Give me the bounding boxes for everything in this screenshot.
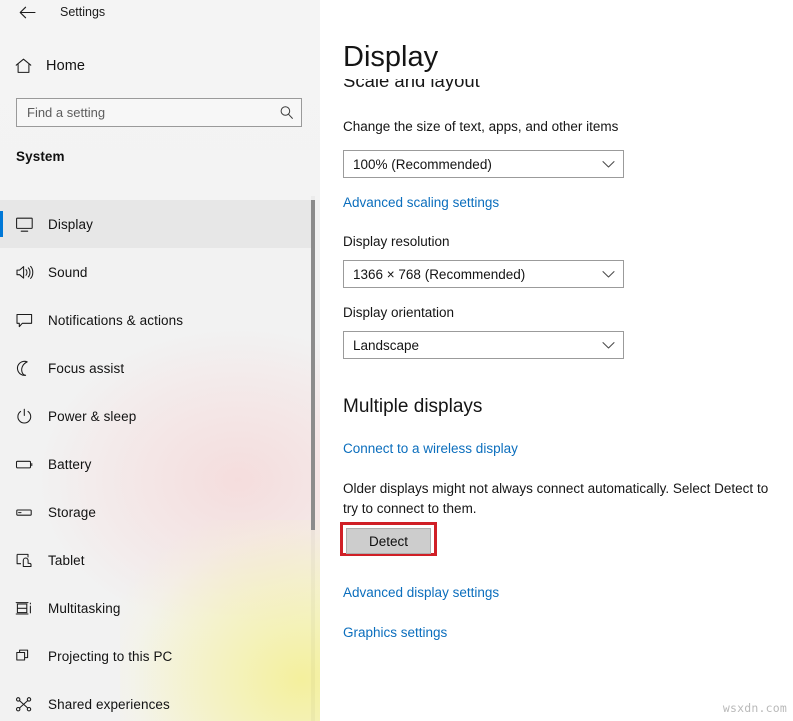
sidebar-item-multitasking-label: Multitasking: [48, 600, 121, 616]
sidebar-item-multitasking[interactable]: Multitasking: [0, 584, 312, 632]
sidebar-item-notifications-actions[interactable]: Notifications & actions: [0, 296, 312, 344]
sidebar-item-tablet[interactable]: Tablet: [0, 536, 312, 584]
chevron-down-icon: [593, 341, 623, 350]
back-arrow-icon[interactable]: [12, 0, 42, 24]
multitasking-icon: [0, 600, 48, 617]
multiple-displays-description: Older displays might not always connect …: [343, 481, 769, 516]
speaker-icon: [0, 264, 48, 281]
sidebar-item-tablet-label: Tablet: [48, 552, 85, 568]
share-nodes-icon: [0, 696, 48, 713]
display-settings-pane: Display Scale and layout Change the size…: [320, 0, 793, 721]
sidebar-item-storage-label: Storage: [48, 504, 96, 520]
resolution-field-label: Display resolution: [343, 234, 450, 249]
sidebar-scrollbar-thumb[interactable]: [311, 200, 315, 530]
resolution-dropdown-value: 1366 × 768 (Recommended): [353, 266, 526, 282]
scale-and-layout-heading: Scale and layout: [343, 79, 480, 91]
graphics-settings-link[interactable]: Graphics settings: [343, 625, 447, 640]
scale-field-label: Change the size of text, apps, and other…: [343, 119, 619, 134]
sidebar-item-display-label: Display: [48, 216, 93, 232]
moon-icon: [0, 360, 48, 377]
sidebar-item-display[interactable]: Display: [0, 200, 312, 248]
resolution-dropdown[interactable]: 1366 × 768 (Recommended): [343, 260, 624, 288]
sidebar-item-home-label: Home: [46, 58, 86, 74]
detect-button[interactable]: Detect: [346, 528, 431, 554]
sidebar-item-shared-experiences-label: Shared experiences: [48, 696, 170, 712]
scale-dropdown-value: 100% (Recommended): [353, 156, 492, 172]
sidebar-section-title: System: [16, 149, 65, 164]
power-icon: [0, 408, 48, 425]
sidebar-item-sound-label: Sound: [48, 264, 88, 280]
search-input[interactable]: Find a setting: [16, 98, 302, 127]
page-title: Display: [343, 41, 439, 74]
app-title: Settings: [60, 5, 106, 19]
sidebar-item-power-sleep-label: Power & sleep: [48, 408, 137, 424]
chat-bubble-icon: [0, 312, 48, 329]
home-icon: [0, 58, 46, 74]
settings-window: Settings Home Find a setting System Disp…: [0, 0, 793, 721]
advanced-display-settings-link[interactable]: Advanced display settings: [343, 585, 499, 600]
chevron-down-icon: [593, 160, 623, 169]
projecting-icon: [0, 648, 48, 665]
sidebar-item-notifications-actions-label: Notifications & actions: [48, 312, 184, 328]
orientation-dropdown[interactable]: Landscape: [343, 331, 624, 359]
tablet-touch-icon: [0, 552, 48, 569]
chevron-down-icon: [593, 270, 623, 279]
watermark: wsxdn.com: [722, 701, 787, 715]
drive-icon: [0, 504, 48, 521]
window-titlebar: Settings: [0, 0, 320, 24]
monitor-icon: [0, 216, 48, 233]
sidebar-item-projecting-to-this-pc-label: Projecting to this PC: [48, 648, 173, 664]
multiple-displays-heading: Multiple displays: [343, 396, 483, 417]
orientation-field-label: Display orientation: [343, 305, 455, 320]
search-icon[interactable]: [271, 105, 301, 120]
battery-icon: [0, 456, 48, 473]
sidebar-item-home[interactable]: Home: [0, 52, 300, 80]
sidebar-item-battery[interactable]: Battery: [0, 440, 312, 488]
advanced-scaling-settings-link[interactable]: Advanced scaling settings: [343, 195, 499, 210]
sidebar-item-projecting-to-this-pc[interactable]: Projecting to this PC: [0, 632, 312, 680]
detect-button-highlight: Detect: [340, 522, 437, 556]
sidebar-item-storage[interactable]: Storage: [0, 488, 312, 536]
settings-sidebar: Settings Home Find a setting System Disp…: [0, 0, 320, 721]
connect-wireless-display-link[interactable]: Connect to a wireless display: [343, 441, 518, 456]
selection-indicator: [0, 211, 3, 237]
sidebar-item-power-sleep[interactable]: Power & sleep: [0, 392, 312, 440]
orientation-dropdown-value: Landscape: [353, 337, 420, 353]
search-input-placeholder: Find a setting: [27, 105, 106, 120]
sidebar-item-shared-experiences[interactable]: Shared experiences: [0, 680, 312, 721]
scale-and-layout-heading-clipped: Scale and layout: [343, 79, 673, 99]
sidebar-item-focus-assist-label: Focus assist: [48, 360, 125, 376]
scale-dropdown[interactable]: 100% (Recommended): [343, 150, 624, 178]
sidebar-item-sound[interactable]: Sound: [0, 248, 312, 296]
sidebar-item-focus-assist[interactable]: Focus assist: [0, 344, 312, 392]
sidebar-nav-list: Display Sound Notifications & actions Fo…: [0, 200, 312, 721]
sidebar-item-battery-label: Battery: [48, 456, 92, 472]
